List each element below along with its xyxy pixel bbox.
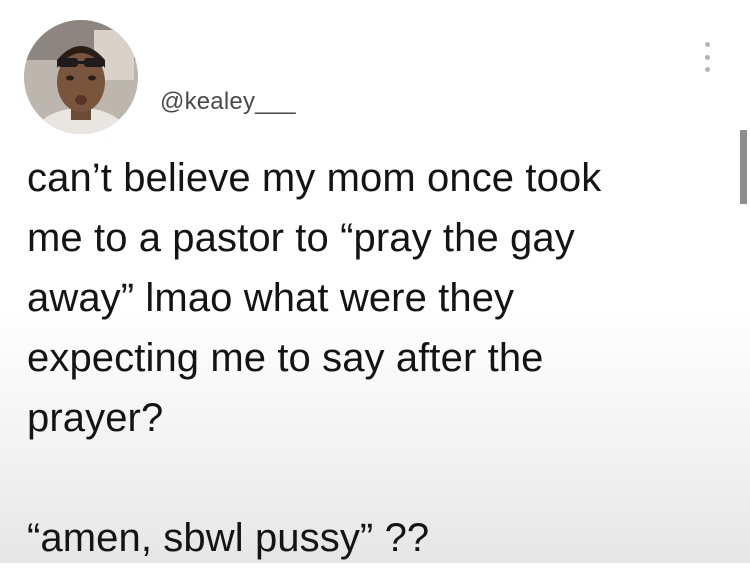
scrollbar[interactable] <box>740 130 747 204</box>
tweet-paragraph-2: “amen, sbwl pussy” ?? <box>27 516 430 560</box>
dot <box>704 54 710 60</box>
tweet-text: can’t believe my mom once took me to a p… <box>27 148 727 568</box>
avatar-photo-icon <box>24 20 138 134</box>
dot <box>704 42 710 47</box>
more-vertical-icon[interactable] <box>700 42 714 72</box>
dot <box>704 67 710 72</box>
tweet-paragraph-1: can’t believe my mom once took me to a p… <box>27 156 602 440</box>
user-handle[interactable]: @kealey___ <box>160 88 296 116</box>
tweet-card: @kealey___ can’t believe my mom once too… <box>0 0 750 563</box>
avatar[interactable] <box>24 20 138 134</box>
